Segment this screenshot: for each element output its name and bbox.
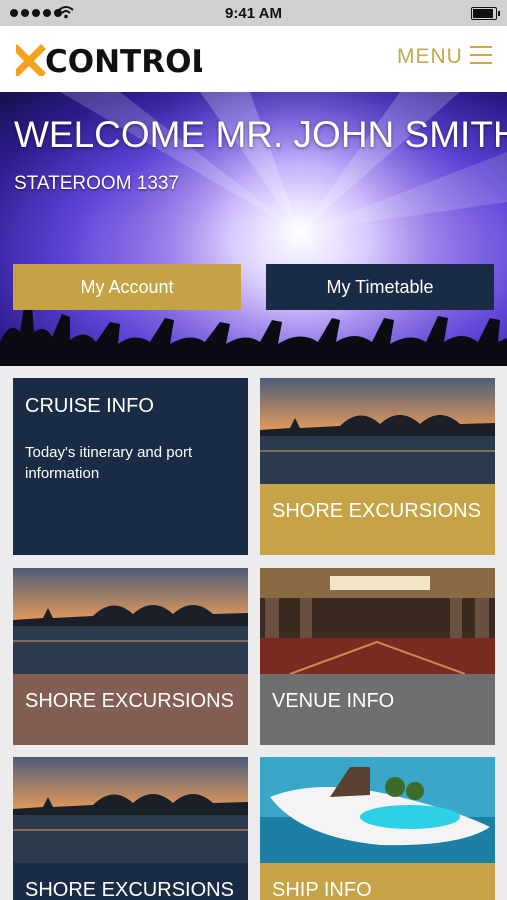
my-timetable-button[interactable]: My Timetable (266, 264, 494, 310)
battery-icon (471, 7, 500, 20)
tile-label: SHORE EXCURSIONS (25, 690, 234, 712)
tile-description: Today's itinerary and port information (25, 444, 193, 482)
logo-text: CONTROL (45, 44, 202, 76)
river-bridge-image (13, 568, 248, 674)
app-logo[interactable]: CONTROL (12, 44, 211, 81)
tile-band: SHORE EXCURSIONS (13, 674, 248, 745)
venue-interior-image (260, 568, 495, 674)
hamburger-menu-icon[interactable] (470, 46, 492, 70)
venue-info-tile[interactable]: VENUE INFO (260, 568, 495, 745)
tile-label: SHORE EXCURSIONS (272, 500, 481, 522)
stateroom-label: STATEROOM 1337 (14, 173, 180, 194)
tile-label: CRUISE INFO (25, 395, 154, 417)
welcome-title: WELCOME MR. JOHN SMITH (14, 114, 507, 155)
ship-info-tile[interactable]: SHIP INFO (260, 757, 495, 900)
river-bridge-image (13, 757, 248, 863)
cruise-info-tile[interactable]: CRUISE INFO Today's itinerary and port i… (13, 378, 248, 555)
ship-image (260, 757, 495, 863)
logo-icon: CONTROL (12, 44, 211, 80)
menu-label[interactable]: MENU (397, 45, 463, 69)
status-bar: 9:41 AM (0, 0, 507, 26)
status-time: 9:41 AM (225, 5, 282, 22)
tile-band: SHORE EXCURSIONS (13, 863, 248, 900)
tile-label: SHORE EXCURSIONS (25, 879, 234, 900)
tile-band: SHIP INFO (260, 863, 495, 900)
shore-excursions-tile[interactable]: SHORE EXCURSIONS (13, 757, 248, 900)
tile-band: SHORE EXCURSIONS (260, 484, 495, 555)
shore-excursions-tile[interactable]: SHORE EXCURSIONS (13, 568, 248, 745)
river-bridge-image (260, 378, 495, 484)
my-account-button[interactable]: My Account (13, 264, 241, 310)
tile-band: VENUE INFO (260, 674, 495, 745)
tile-label: SHIP INFO (272, 879, 372, 900)
shore-excursions-tile[interactable]: SHORE EXCURSIONS (260, 378, 495, 555)
tile-label: VENUE INFO (272, 690, 395, 712)
